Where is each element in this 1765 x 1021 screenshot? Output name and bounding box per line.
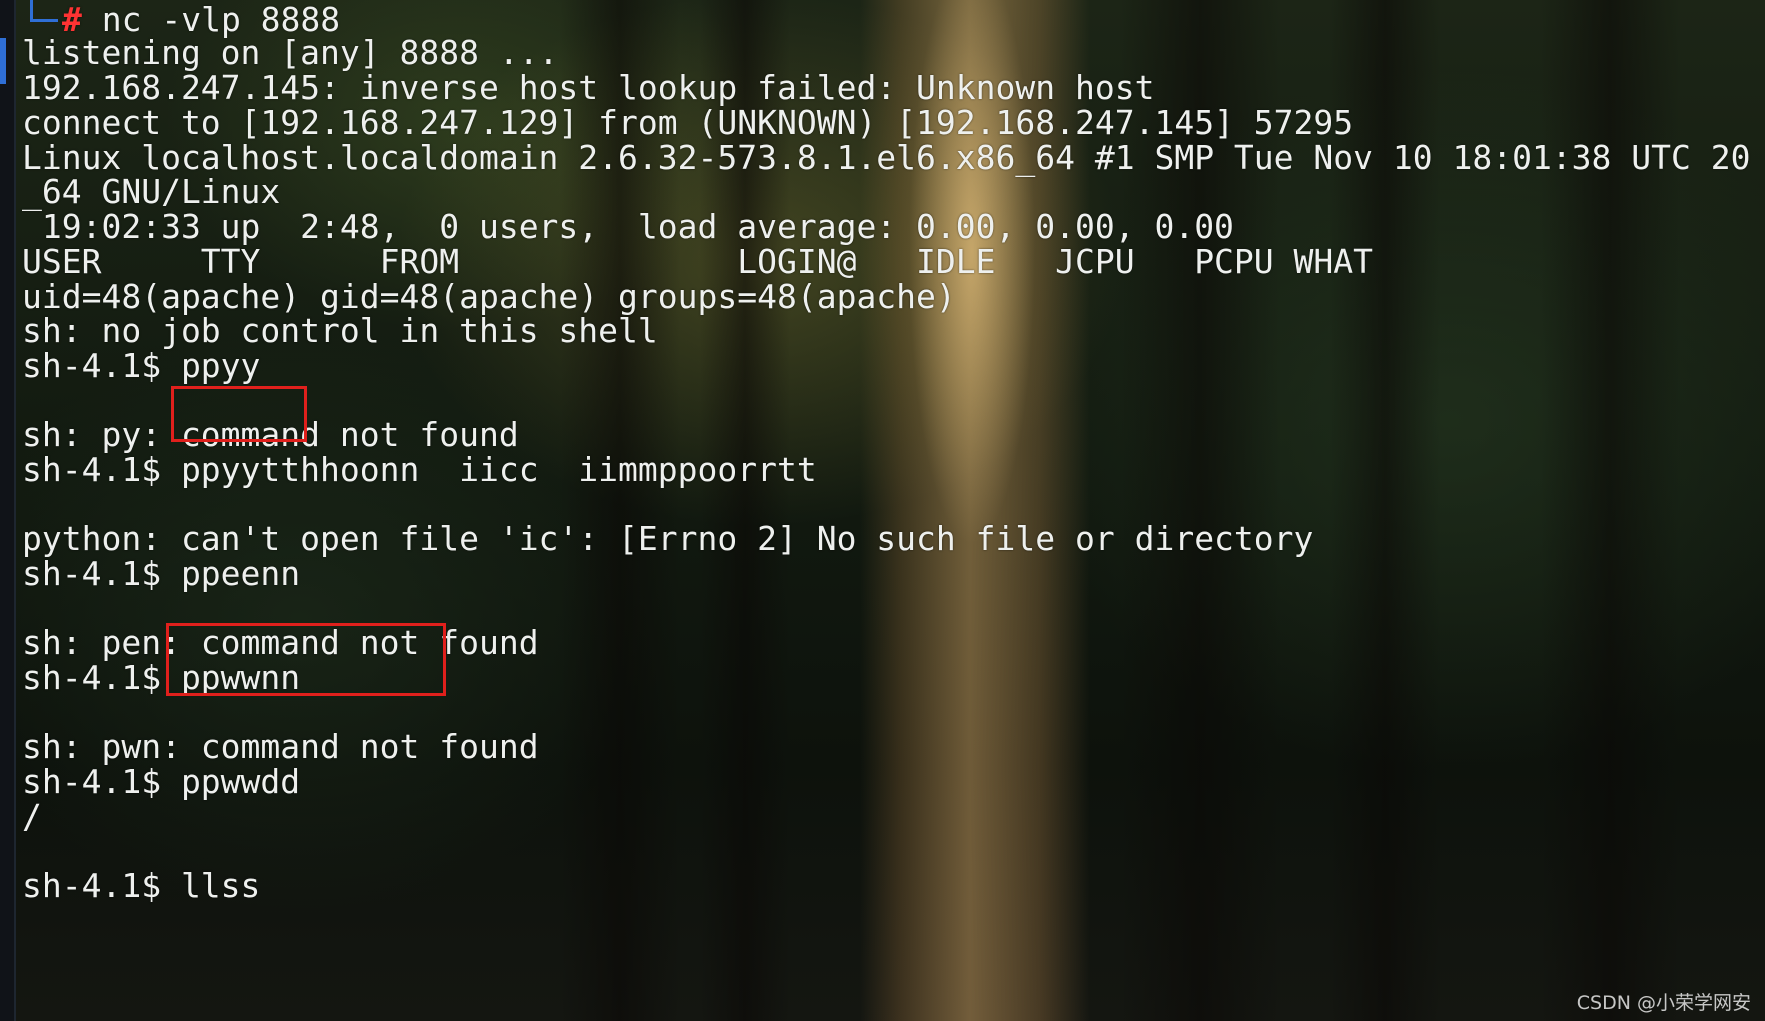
terminal-window[interactable]: # nc -vlp 8888 listening on [any] 8888 .… — [0, 0, 1765, 1021]
output-line: connect to [192.168.247.129] from (UNKNO… — [22, 103, 1354, 142]
highlight-box-ppeenn — [166, 623, 446, 696]
prompt-line: sh-4.1$ ppeenn — [22, 554, 301, 593]
watermark: CSDN @小荣学网安 — [1576, 992, 1751, 1014]
prompt-line: sh-4.1$ ppyytthhoonn iicc iimmppoorrtt — [22, 450, 817, 489]
output-line: _64 GNU/Linux — [22, 172, 281, 211]
prompt-line: sh-4.1$ ppwwdd — [22, 762, 301, 801]
output-line: USER TTY FROM LOGIN@ IDLE JCPU PCPU WHAT — [22, 242, 1374, 281]
output-line: 192.168.247.145: inverse host lookup fai… — [22, 68, 1155, 107]
prompt-line: sh-4.1$ ppyy — [22, 346, 261, 385]
active-tab-marker — [0, 38, 6, 84]
output-line: sh: no job control in this shell — [22, 311, 658, 350]
output-line: / — [22, 797, 42, 836]
output-line: listening on [any] 8888 ... — [22, 33, 559, 72]
highlight-box-ppyy — [171, 386, 307, 442]
output-line: python: can't open file 'ic': [Errno 2] … — [22, 519, 1314, 558]
output-line: sh: pwn: command not found — [22, 727, 539, 766]
terminal-output[interactable]: # nc -vlp 8888 listening on [any] 8888 .… — [22, 0, 1765, 1021]
output-line: 19:02:33 up 2:48, 0 users, load average:… — [22, 207, 1234, 246]
output-line: Linux localhost.localdomain 2.6.32-573.8… — [22, 138, 1751, 177]
terminal-side-strip — [0, 0, 16, 1021]
prompt-line: sh-4.1$ llss — [22, 866, 261, 905]
